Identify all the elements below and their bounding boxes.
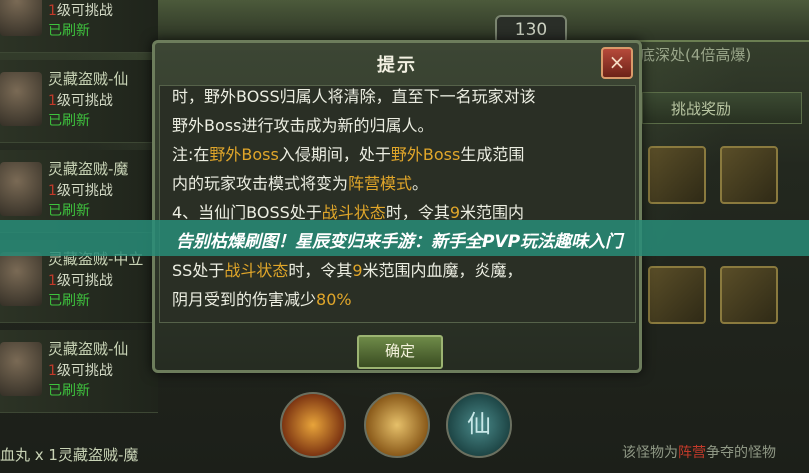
- confirm-button[interactable]: 确定: [357, 335, 443, 369]
- list-item-state: 已刷新: [48, 113, 90, 129]
- list-item-state: 已刷新: [48, 203, 90, 219]
- banner-text: 告别枯燥刷图！星辰变归来手游：新手全PVP玩法趣味入门: [176, 232, 623, 252]
- list-item-state: 已刷新: [48, 293, 90, 309]
- close-button[interactable]: ×: [601, 47, 633, 79]
- list-item-name: 灵藏盗贼-仙: [48, 70, 129, 88]
- dialog-title: 提示: [377, 55, 417, 76]
- list-item-name: 灵藏盗贼-仙: [48, 340, 129, 358]
- list-item[interactable]: 灵藏盗贼-仙 1级可挑战 已刷新: [0, 330, 158, 413]
- list-item[interactable]: 灵藏盗贼-仙 1级可挑战 已刷新: [0, 60, 158, 143]
- text-line: SS处于战斗状态时，令其9米范围内血魔，炎魔，: [172, 261, 523, 280]
- text-line: 内的玩家攻击模式将变为阵营模式。: [172, 174, 429, 193]
- xian-skill-icon[interactable]: 仙: [446, 392, 512, 458]
- tab-challenge-reward[interactable]: 挑战奖励: [642, 92, 802, 124]
- avatar: [0, 72, 42, 126]
- list-item-sub: 1级可挑战: [48, 273, 113, 289]
- reward-item-slot[interactable]: [720, 266, 778, 324]
- reward-item-slot[interactable]: [648, 266, 706, 324]
- article-banner: 告别枯燥刷图！星辰变归来手游：新手全PVP玩法趣味入门: [0, 220, 809, 256]
- area-label: 底深处(4倍高爆): [640, 46, 752, 64]
- reward-item-slot[interactable]: [648, 146, 706, 204]
- bottom-tip: 该怪物为阵营争夺的怪物: [622, 445, 776, 461]
- dialog-text: 时，野外BOSS归属人将清除，直至下一名玩家对该 野外Boss进行攻击成为新的归…: [172, 86, 536, 314]
- list-item-state: 已刷新: [48, 383, 90, 399]
- list-item-name: 灵藏盗贼-魔: [48, 160, 129, 178]
- list-item-sub: 1级可挑战: [48, 93, 113, 109]
- avatar: [0, 0, 42, 36]
- list-item[interactable]: 1级可挑战 已刷新: [0, 0, 158, 53]
- reward-item-slot[interactable]: [720, 146, 778, 204]
- dialog-body: 时，野外BOSS归属人将清除，直至下一名玩家对该 野外Boss进行攻击成为新的归…: [159, 85, 636, 323]
- avatar: [0, 342, 42, 396]
- avatar: [0, 162, 42, 216]
- tip-dialog: 提示 × 时，野外BOSS归属人将清除，直至下一名玩家对该 野外Boss进行攻击…: [152, 40, 642, 373]
- list-item-sub: 1级可挑战: [48, 183, 113, 199]
- list-item-sub: 1级可挑战: [48, 3, 113, 19]
- text-line: 时，野外BOSS归属人将清除，直至下一名玩家对该: [172, 87, 536, 106]
- text-line: 野外Boss进行攻击成为新的归属人。: [172, 116, 434, 135]
- bottom-left-text: 血丸 x 1灵藏盗贼-魔: [0, 446, 139, 464]
- sword-skill-icon[interactable]: [364, 392, 430, 458]
- fire-skill-icon[interactable]: [280, 392, 346, 458]
- text-line: 阴月受到的伤害减少80%: [172, 290, 352, 309]
- avatar: [0, 252, 42, 306]
- text-line: 注:在野外Boss入侵期间，处于野外Boss生成范围: [172, 145, 525, 164]
- list-item-state: 已刷新: [48, 23, 90, 39]
- list-item-sub: 1级可挑战: [48, 363, 113, 379]
